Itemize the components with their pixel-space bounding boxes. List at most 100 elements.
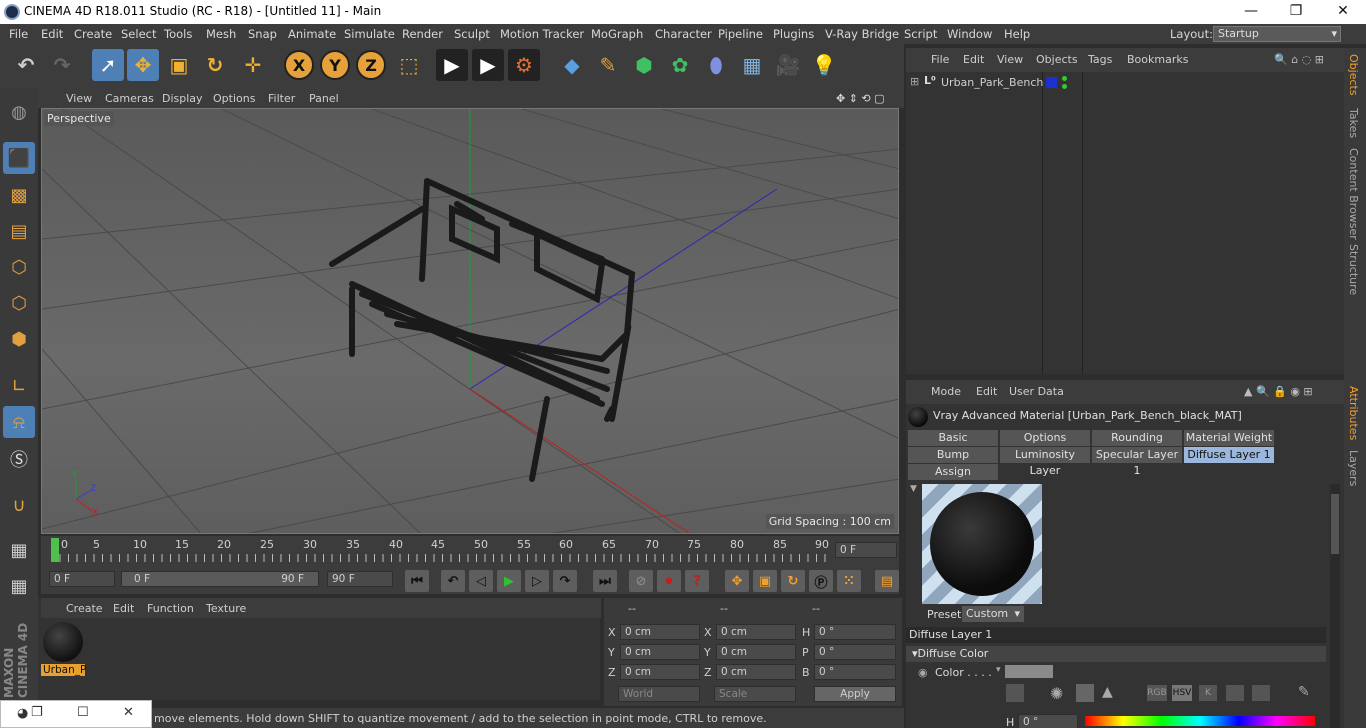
- z-axis-lock-button[interactable]: Z: [356, 50, 386, 80]
- vp-menu-display[interactable]: Display: [162, 92, 203, 105]
- coord-pos-y-field[interactable]: 0 cm: [620, 644, 700, 660]
- color-wheel-icon[interactable]: ✺: [1050, 684, 1063, 703]
- coordinate-system-icon[interactable]: ⬚: [393, 49, 425, 81]
- menu-tools[interactable]: Tools: [164, 27, 192, 41]
- rotate-tool-icon[interactable]: ↻: [199, 49, 231, 81]
- render-settings-icon[interactable]: ⚙: [508, 49, 540, 81]
- subsection-diffuse-color[interactable]: ▾Diffuse Color: [906, 646, 1326, 662]
- attr-nav-icons[interactable]: ▲ 🔍 🔒 ◉ ⊞: [1244, 385, 1313, 398]
- workplane-grid-icon[interactable]: ▦: [3, 534, 35, 566]
- obj-menu-objects[interactable]: Objects: [1036, 53, 1078, 66]
- x-axis-lock-button[interactable]: X: [284, 50, 314, 80]
- snap-icon[interactable]: ∪: [3, 489, 35, 521]
- attr-scrollbar[interactable]: [1330, 484, 1340, 728]
- menu-sculpt[interactable]: Sculpt: [454, 27, 490, 41]
- tab-objects[interactable]: Objects: [1347, 54, 1360, 96]
- tab-structure[interactable]: Structure: [1347, 244, 1360, 295]
- render-picture-viewer-icon[interactable]: ▶: [472, 49, 504, 81]
- vp-menu-panel[interactable]: Panel: [309, 92, 339, 105]
- coord-rot-b-field[interactable]: 0 °: [814, 664, 896, 680]
- visibility-dots[interactable]: [1062, 76, 1067, 90]
- material-thumbnail[interactable]: Urban_P: [41, 620, 86, 678]
- restore-button[interactable]: ❐: [1273, 0, 1319, 24]
- y-axis-lock-button[interactable]: Y: [320, 50, 350, 80]
- vp-menu-cameras[interactable]: Cameras: [105, 92, 154, 105]
- tab-attributes[interactable]: Attributes: [1347, 386, 1360, 440]
- menu-edit[interactable]: Edit: [41, 27, 63, 41]
- maximize-thumb-icon[interactable]: ☐: [77, 705, 89, 720]
- layout-select[interactable]: Startup ▾: [1213, 26, 1341, 42]
- undo-icon[interactable]: ↶: [10, 49, 42, 81]
- coord-space-select[interactable]: World: [618, 686, 700, 702]
- coord-rot-h-field[interactable]: 0 °: [814, 624, 896, 640]
- tab-layers[interactable]: Layers: [1347, 450, 1360, 486]
- obj-menu-bookmarks[interactable]: Bookmarks: [1127, 53, 1188, 66]
- menu-window[interactable]: Window: [947, 27, 992, 41]
- make-editable-icon[interactable]: ◍: [3, 96, 35, 128]
- coord-mode-select[interactable]: Scale: [714, 686, 796, 702]
- preset-select[interactable]: Custom ▾: [962, 606, 1024, 622]
- floor-icon[interactable]: ▦: [736, 49, 768, 81]
- menu-create[interactable]: Create: [74, 27, 112, 41]
- attr-menu-user-data[interactable]: User Data: [1009, 385, 1064, 398]
- timeline-ruler[interactable]: 0 5 10 15 20 25 30 35 40 45 50 55 60 65 …: [41, 536, 899, 566]
- viewport-nav-icons[interactable]: ✥ ⇕ ⟲ ▢: [836, 92, 885, 105]
- redo-icon[interactable]: ↷: [46, 49, 78, 81]
- menu-character[interactable]: Character: [655, 27, 712, 41]
- menu-render[interactable]: Render: [402, 27, 443, 41]
- next-frame-icon[interactable]: ▷: [525, 570, 549, 592]
- mat-menu-edit[interactable]: Edit: [113, 602, 134, 615]
- layer-color-swatch[interactable]: [1046, 77, 1057, 88]
- coord-pos-x-field[interactable]: 0 cm: [620, 624, 700, 640]
- go-to-end-icon[interactable]: ⏭: [593, 570, 617, 592]
- playhead[interactable]: [51, 538, 59, 562]
- mat-menu-texture[interactable]: Texture: [206, 602, 246, 615]
- tweak-mode-icon[interactable]: ⍾: [3, 406, 35, 438]
- vp-menu-options[interactable]: Options: [213, 92, 255, 105]
- solo-icon[interactable]: Ⓢ: [3, 443, 35, 475]
- cloner-icon[interactable]: ✿: [664, 49, 696, 81]
- coord-size-y-field[interactable]: 0 cm: [716, 644, 796, 660]
- record-keys-icon[interactable]: ⊘: [629, 570, 653, 592]
- timeline-window-icon[interactable]: ▤: [875, 570, 899, 592]
- menu-pipeline[interactable]: Pipeline: [718, 27, 763, 41]
- restore-thumb-icon[interactable]: ❐: [31, 705, 43, 720]
- tab-takes[interactable]: Takes: [1347, 108, 1360, 138]
- edges-mode-icon[interactable]: ⬡: [3, 287, 35, 319]
- menu-file[interactable]: File: [9, 27, 28, 41]
- obj-menu-view[interactable]: View: [997, 53, 1023, 66]
- tab-specular-layer-1[interactable]: Specular Layer 1: [1092, 447, 1182, 477]
- kelvin-mode-button[interactable]: K: [1199, 685, 1217, 701]
- texture-mode-icon[interactable]: ▩: [3, 179, 35, 211]
- obj-menu-file[interactable]: File: [931, 53, 949, 66]
- frame-range-slider[interactable]: 0 F 90 F: [121, 571, 319, 587]
- menu-animate[interactable]: Animate: [288, 27, 336, 41]
- rgb-mode-button[interactable]: RGB: [1147, 685, 1167, 701]
- h-field[interactable]: 0 °: [1018, 714, 1078, 728]
- key-pla-icon[interactable]: ⁙: [837, 570, 861, 592]
- menu-script[interactable]: Script: [904, 27, 937, 41]
- key-rotation-icon[interactable]: ↻: [781, 570, 805, 592]
- key-scale-icon[interactable]: ▣: [753, 570, 777, 592]
- move-tool-icon[interactable]: ✥: [127, 49, 159, 81]
- obj-nav-icons[interactable]: 🔍 ⌂ ◌ ⊞: [1274, 53, 1324, 66]
- subdivision-icon[interactable]: ⬢: [628, 49, 660, 81]
- menu-motion-tracker[interactable]: Motion Tracker: [500, 27, 584, 41]
- axis-mode-icon[interactable]: ∟: [3, 370, 35, 402]
- locked-workplane-icon[interactable]: ▦: [3, 570, 35, 602]
- tab-bump[interactable]: Bump: [908, 447, 998, 463]
- camera-icon[interactable]: 🎥: [772, 49, 804, 81]
- vp-menu-filter[interactable]: Filter: [268, 92, 295, 105]
- attr-menu-mode[interactable]: Mode: [931, 385, 961, 398]
- close-button[interactable]: ✕: [1320, 0, 1366, 24]
- apply-button[interactable]: Apply: [814, 686, 896, 702]
- menu-simulate[interactable]: Simulate: [344, 27, 395, 41]
- prev-frame-icon[interactable]: ◁: [469, 570, 493, 592]
- tab-content-browser[interactable]: Content Browser: [1347, 148, 1360, 240]
- cube-object-icon[interactable]: ◆: [556, 49, 588, 81]
- coord-rot-p-field[interactable]: 0 °: [814, 644, 896, 660]
- object-row-urban-park-bench[interactable]: ⊞ L⁰ Urban_Park_Bench: [906, 74, 1043, 92]
- hsv-mode-button[interactable]: HSV: [1172, 685, 1192, 701]
- points-mode-icon[interactable]: ⬡: [3, 251, 35, 283]
- recent-tool-icon[interactable]: ✛: [237, 49, 269, 81]
